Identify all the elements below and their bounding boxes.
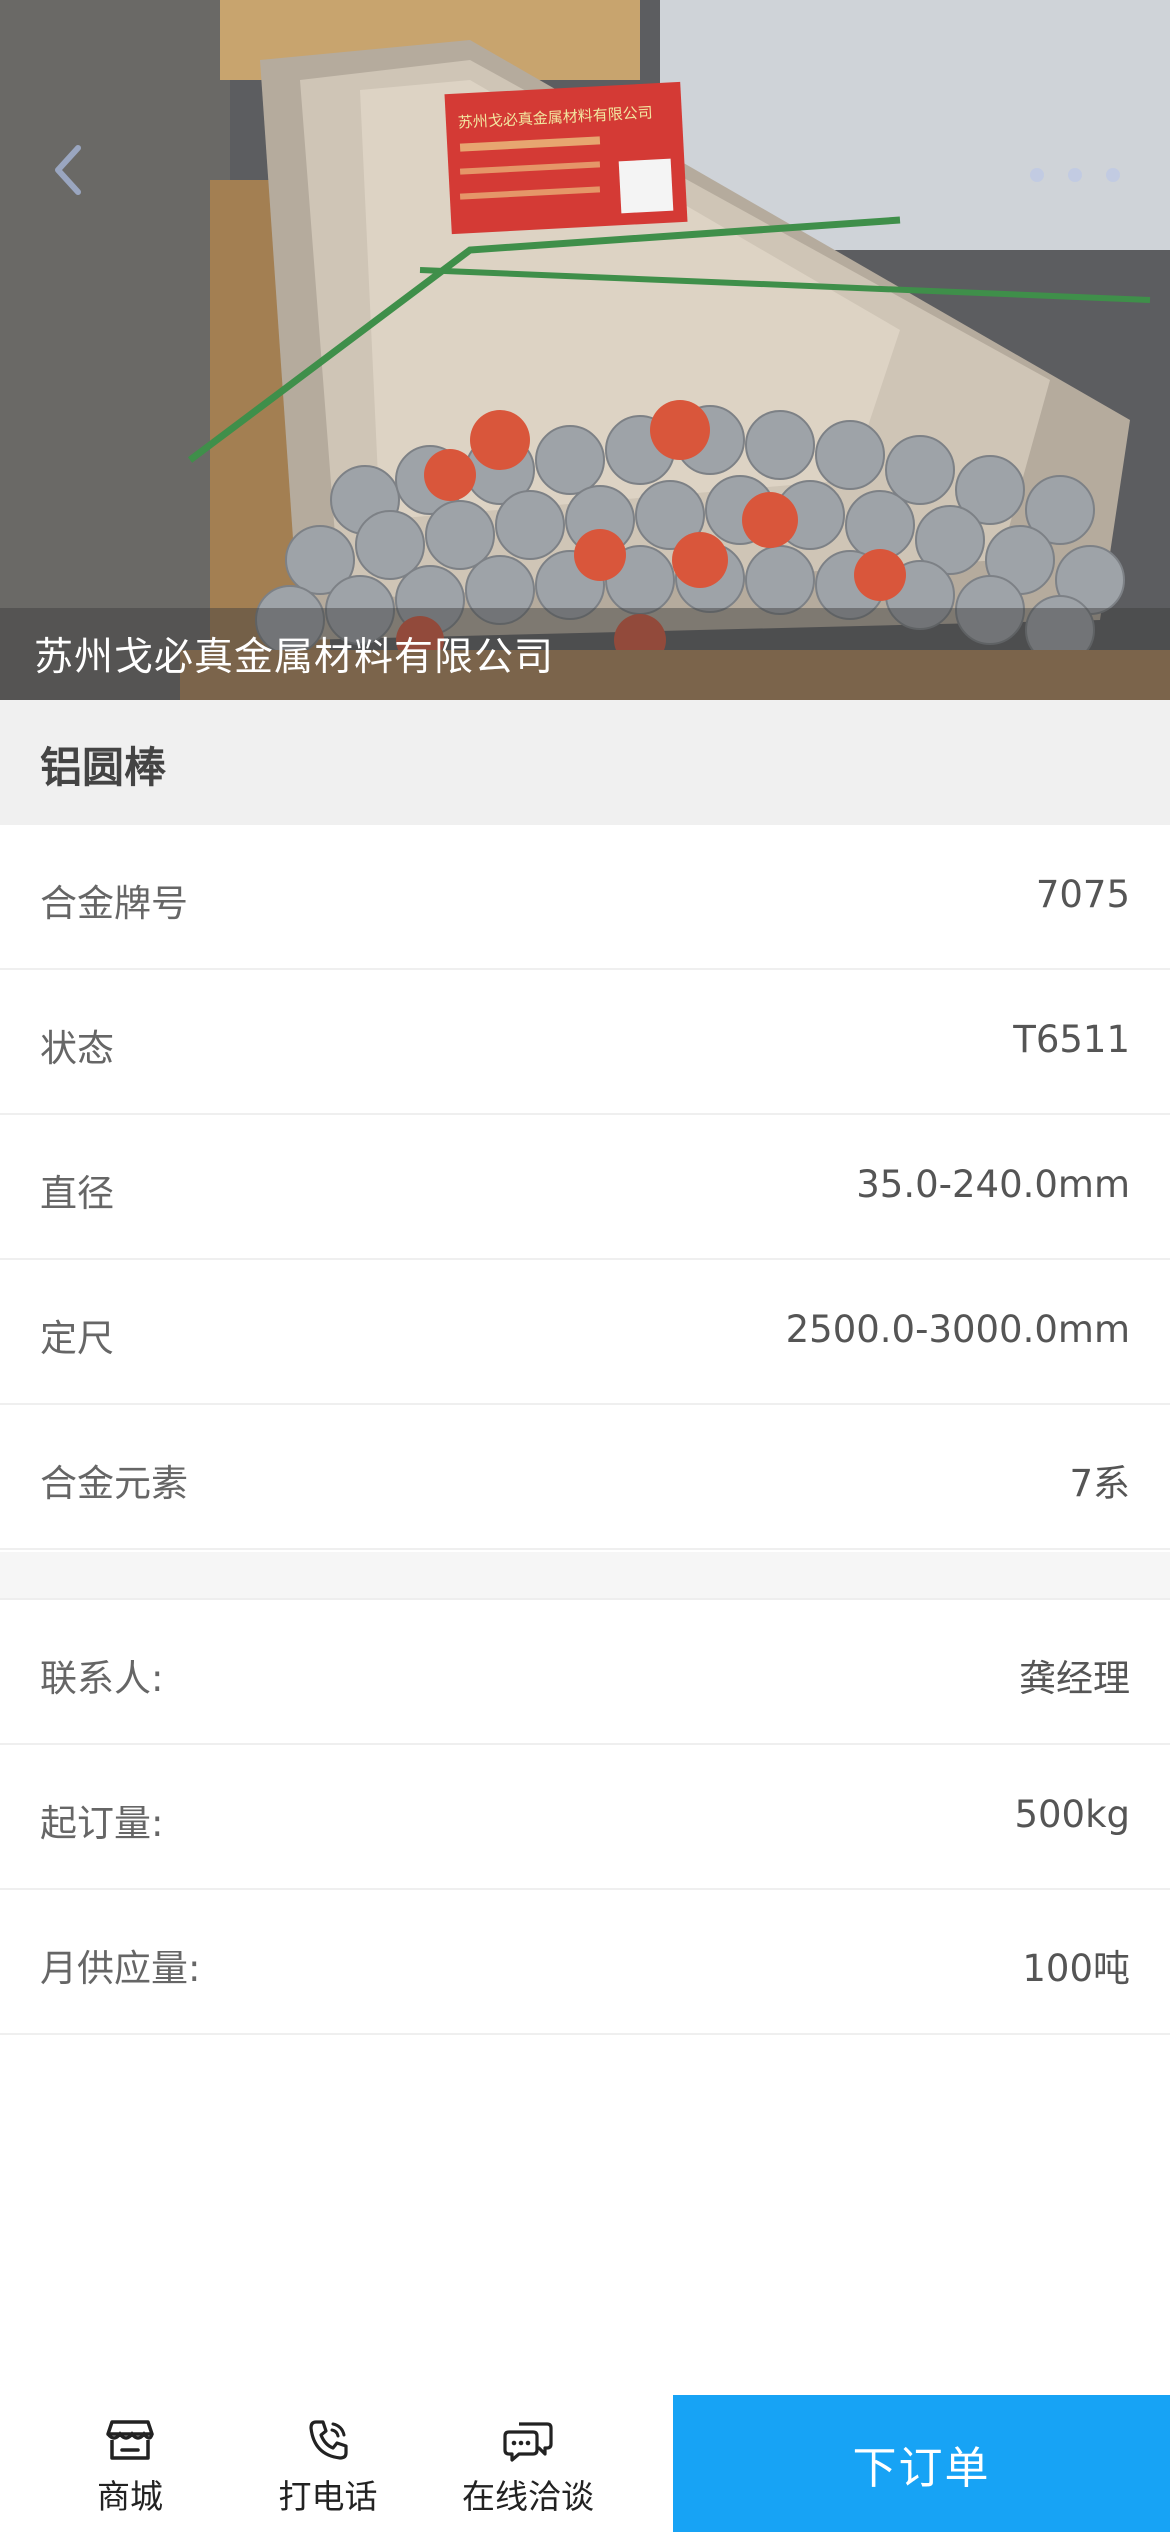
contact-label: 起订量: xyxy=(40,1802,164,1845)
place-order-button[interactable]: 下订单 xyxy=(673,2395,1170,2532)
spec-row-fixed-length: 定尺 2500.0-3000.0mm xyxy=(0,1260,1170,1405)
spec-value: 7系 xyxy=(1069,1462,1130,1505)
back-button[interactable] xyxy=(48,140,108,210)
spec-label: 直径 xyxy=(40,1172,114,1215)
more-options-button[interactable] xyxy=(1030,150,1120,200)
call-label: 打电话 xyxy=(278,2477,378,2516)
shop-label: 商城 xyxy=(97,2477,163,2516)
contact-row-person: 联系人: 龚经理 xyxy=(0,1600,1170,1745)
spec-value: T6511 xyxy=(1013,1018,1130,1061)
spec-value: 35.0-240.0mm xyxy=(856,1163,1130,1206)
more-dots-icon xyxy=(1030,168,1044,182)
price-tag-sign: 苏州戈必真金属材料有限公司 xyxy=(444,81,688,235)
spec-label: 合金牌号 xyxy=(40,882,188,925)
contact-value: 100吨 xyxy=(1022,1947,1130,1990)
contact-label: 月供应量: xyxy=(40,1947,201,1990)
call-button[interactable]: 打电话 xyxy=(238,2410,418,2520)
spec-label: 状态 xyxy=(40,1027,114,1070)
spec-label: 合金元素 xyxy=(40,1462,188,1505)
contact-value: 龚经理 xyxy=(1019,1657,1130,1700)
contact-row-min-order: 起订量: 500kg xyxy=(0,1745,1170,1890)
spec-label: 定尺 xyxy=(40,1317,114,1360)
contact-value: 500kg xyxy=(1014,1793,1130,1836)
more-dots-icon xyxy=(1106,168,1120,182)
chat-label: 在线洽谈 xyxy=(462,2477,594,2516)
store-icon xyxy=(106,2420,154,2460)
spec-row-temper: 状态 T6511 xyxy=(0,970,1170,1115)
spec-row-alloy-element: 合金元素 7系 xyxy=(0,1405,1170,1550)
spec-value: 7075 xyxy=(1035,873,1130,916)
product-photo: 苏州戈必真金属材料有限公司 xyxy=(0,0,1170,700)
shop-button[interactable]: 商城 xyxy=(40,2410,220,2520)
product-title-bar xyxy=(0,700,1170,825)
chat-button[interactable]: 在线洽谈 xyxy=(438,2410,618,2520)
contact-row-monthly-supply: 月供应量: 100吨 xyxy=(0,1890,1170,2035)
chevron-left-icon xyxy=(55,145,81,195)
phone-icon xyxy=(309,2420,348,2460)
spec-row-diameter: 直径 35.0-240.0mm xyxy=(0,1115,1170,1260)
spec-value: 2500.0-3000.0mm xyxy=(785,1308,1130,1351)
aluminum-bars-illustration: 苏州戈必真金属材料有限公司 xyxy=(0,0,1170,700)
section-divider xyxy=(0,1552,1170,1600)
more-dots-icon xyxy=(1068,168,1082,182)
product-title: 铝圆棒 xyxy=(40,743,167,792)
contact-label: 联系人: xyxy=(40,1657,164,1700)
company-name: 苏州戈必真金属材料有限公司 xyxy=(34,635,555,680)
chat-bubble-icon xyxy=(503,2422,553,2462)
spec-row-alloy-grade: 合金牌号 7075 xyxy=(0,825,1170,970)
